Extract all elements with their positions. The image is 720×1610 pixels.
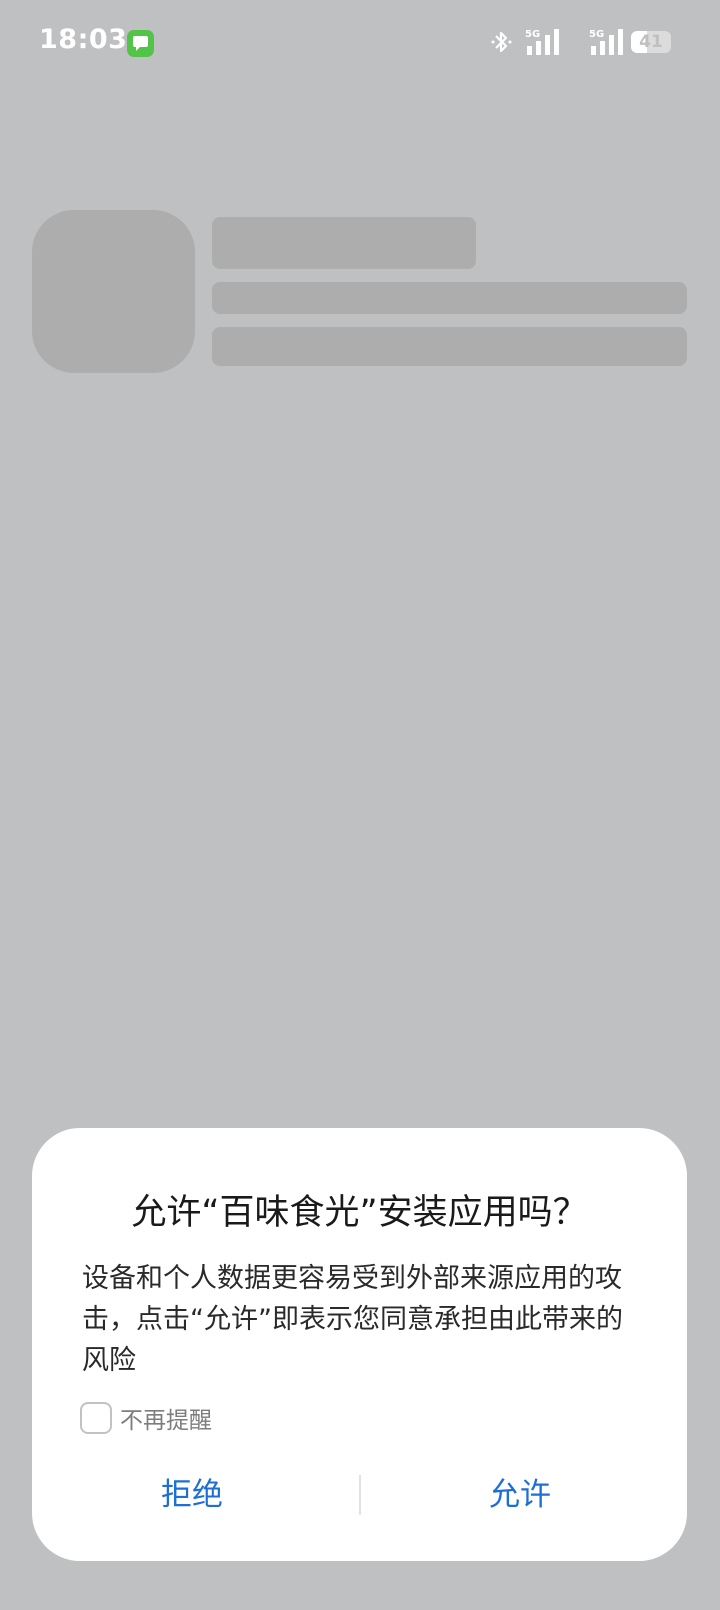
signal-icon: 5G — [525, 29, 559, 55]
dialog-title: 允许“百味食光”安装应用吗？ — [131, 1193, 588, 1233]
dont-remind-label: 不再提醒 — [120, 1408, 212, 1434]
dont-remind-checkbox[interactable] — [80, 1402, 112, 1434]
skeleton-title — [212, 217, 476, 269]
network-label: 5G — [589, 29, 604, 40]
status-time: 18:03 — [39, 24, 128, 55]
signal-icon: 5G — [589, 29, 623, 55]
message-app-icon — [127, 30, 154, 57]
battery-icon: 41 — [631, 31, 671, 53]
deny-button[interactable]: 拒绝 — [42, 1465, 342, 1525]
status-bar: 18:03 5G 5G 41 — [0, 0, 720, 88]
network-label: 5G — [525, 29, 540, 40]
install-permission-dialog: 允许“百味食光”安装应用吗？ 设备和个人数据更容易受到外部来源应用的攻击，点击“… — [32, 1128, 687, 1561]
allow-button[interactable]: 允许 — [370, 1465, 670, 1525]
skeleton-line — [212, 282, 687, 314]
bluetooth-icon — [491, 31, 512, 53]
dont-remind-row[interactable]: 不再提醒 — [80, 1400, 212, 1436]
battery-level: 41 — [639, 32, 663, 52]
dialog-message: 设备和个人数据更容易受到外部来源应用的攻击，点击“允许”即表示您同意承担由此带来… — [82, 1263, 623, 1376]
skeleton-line — [212, 327, 687, 366]
skeleton-app-icon — [32, 210, 195, 373]
button-divider — [359, 1475, 361, 1515]
